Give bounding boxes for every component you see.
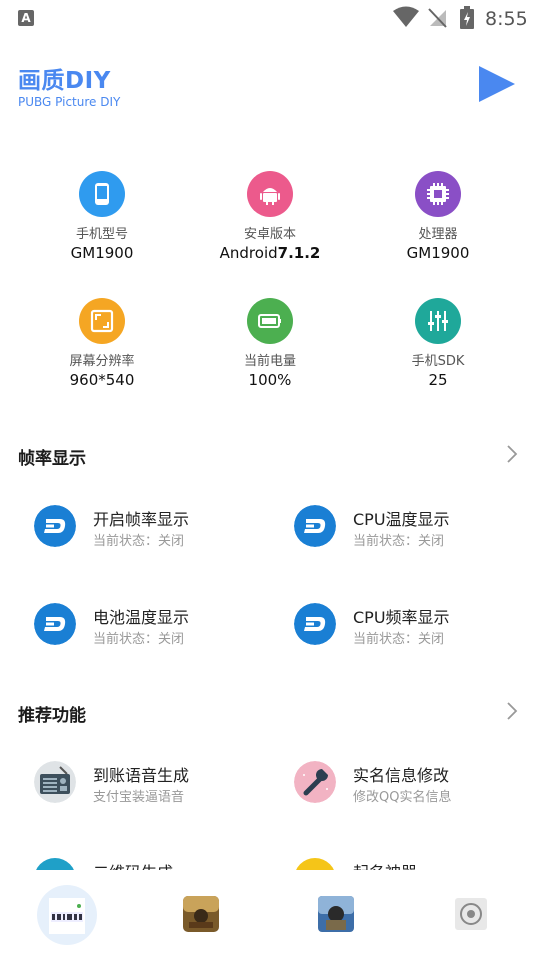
info-battery: 当前电量 100% (185, 298, 355, 389)
feature-payment-voice[interactable]: 到账语音生成 支付宝装逼语音 (34, 761, 274, 821)
feature-title: 开启帧率显示 (93, 510, 190, 529)
phone-icon (79, 171, 125, 217)
info-value: 960*540 (69, 371, 135, 389)
section-title: 推荐功能 (18, 706, 86, 726)
info-phone-model: 手机型号 GM1900 (17, 171, 187, 262)
feature-title: 到账语音生成 (93, 766, 190, 785)
feature-subtitle: 当前状态：关闭 (353, 534, 445, 549)
dash-icon (34, 505, 76, 547)
info-android-version: 安卓版本 Android7.1.2 (185, 171, 355, 262)
bottom-navigation (0, 870, 540, 960)
dash-icon (34, 603, 76, 645)
pubg-icon (318, 896, 354, 932)
play-button[interactable] (477, 64, 517, 104)
info-resolution: 屏幕分辨率 960*540 (17, 298, 187, 389)
info-label: 手机型号 (75, 227, 128, 242)
section-header-recommended[interactable]: 推荐功能 (18, 697, 522, 727)
status-bar: A 8:55 (0, 0, 540, 36)
android-version-number: 7.1.2 (277, 244, 321, 262)
feature-title: CPU频率显示 (353, 608, 450, 627)
feature-cpu-temp[interactable]: CPU温度显示 当前状态：关闭 (294, 505, 534, 565)
info-sdk: 手机SDK 25 (353, 298, 523, 389)
feature-battery-temp[interactable]: 电池温度显示 当前状态：关闭 (34, 603, 274, 663)
dash-icon (294, 603, 336, 645)
dash-icon (294, 505, 336, 547)
chevron-right-icon (507, 702, 518, 720)
app-logo-icon (49, 898, 85, 934)
info-label: 处理器 (418, 227, 458, 242)
feature-cpu-freq[interactable]: CPU频率显示 当前状态：关闭 (294, 603, 534, 663)
screen-icon (79, 298, 125, 344)
feature-subtitle: 支付宝装逼语音 (93, 790, 185, 805)
info-label: 屏幕分辨率 (69, 354, 135, 369)
section-title: 帧率显示 (18, 449, 86, 469)
info-value: 100% (248, 371, 292, 389)
section-header-fps[interactable]: 帧率显示 (18, 440, 522, 470)
info-label: 安卓版本 (243, 227, 296, 242)
nav-home[interactable] (49, 898, 85, 934)
wifi-icon (393, 6, 419, 27)
status-time: 8:55 (485, 8, 528, 30)
feature-subtitle: 当前状态：关闭 (93, 632, 185, 647)
nav-game-one[interactable] (183, 896, 219, 932)
app-subtitle: PUBG Picture DIY (18, 95, 121, 109)
feature-subtitle: 当前状态：关闭 (93, 534, 185, 549)
battery-icon (247, 298, 293, 344)
cpu-icon (415, 171, 461, 217)
feature-title: CPU温度显示 (353, 510, 450, 529)
info-processor: 处理器 GM1900 (353, 171, 523, 262)
wrench-icon (294, 761, 336, 803)
android-icon (247, 171, 293, 217)
info-value: Android7.1.2 (185, 244, 355, 262)
feature-subtitle: 修改QQ实名信息 (353, 790, 452, 805)
sliders-icon (415, 298, 461, 344)
radio-icon (34, 761, 76, 803)
settings-icon (455, 898, 487, 930)
feature-subtitle: 当前状态：关闭 (353, 632, 445, 647)
info-label: 手机SDK (411, 354, 465, 369)
info-value: 25 (428, 371, 448, 389)
notification-icon: A (18, 10, 34, 26)
info-value: GM1900 (70, 244, 134, 262)
chevron-right-icon (507, 445, 518, 463)
no-signal-icon (428, 8, 447, 28)
feature-fps-display[interactable]: 开启帧率显示 当前状态：关闭 (34, 505, 274, 565)
nav-settings[interactable] (455, 898, 487, 930)
feature-title: 电池温度显示 (93, 608, 190, 627)
android-prefix: Android (219, 244, 278, 262)
app-title: 画质DIY (18, 68, 111, 94)
game-icon (183, 896, 219, 932)
info-value: GM1900 (406, 244, 470, 262)
feature-title: 实名信息修改 (353, 766, 450, 785)
battery-charging-icon (460, 6, 474, 29)
info-label: 当前电量 (243, 354, 296, 369)
feature-realname-edit[interactable]: 实名信息修改 修改QQ实名信息 (294, 761, 534, 821)
nav-game-two[interactable] (318, 896, 354, 932)
